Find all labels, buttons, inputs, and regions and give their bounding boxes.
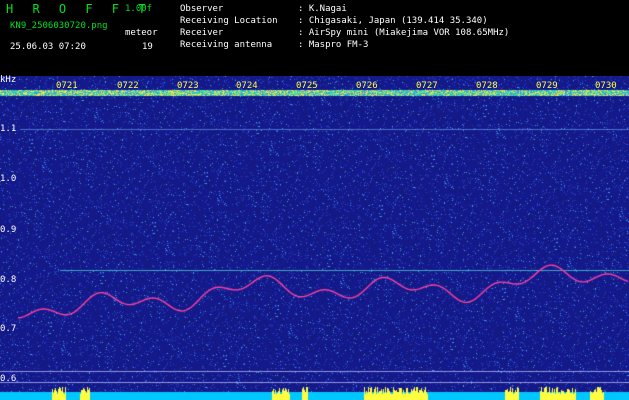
y-label-0-7: 0.7 [0,324,17,334]
time-label-0729: 0729 [536,81,558,91]
time-label-0727: 0727 [416,81,438,91]
meteor-count: 19 [142,42,153,52]
date-time: 25.06.03 07:20 [10,42,86,52]
time-label-0725: 0725 [296,81,318,91]
header-panel: H R O F F T 1.00f KN9_2506030720.png 25.… [0,0,629,76]
observer-value: : K.Nagai [298,4,347,14]
time-label-0728: 0728 [476,81,498,91]
y-label-1-0: 1.0 [0,174,17,184]
antenna-label: Receiving antenna [180,40,273,50]
time-label-0721: 0721 [56,81,78,91]
spectrogram-canvas[interactable] [0,76,629,400]
receiver-value: : AirSpy mini (Miakejima VOR 108.65MHz) [298,28,510,38]
unit-label: kHz [0,75,17,85]
time-label-0724: 0724 [236,81,258,91]
version-label: 1.00f [125,4,153,14]
antenna-value: : Maspro FM-3 [298,40,369,50]
receiver-label: Receiver [180,28,224,38]
observer-label: Observer [180,4,224,14]
time-label-0722: 0722 [117,81,139,91]
y-label-0-9: 0.9 [0,225,17,235]
y-label-0-8: 0.8 [0,275,17,285]
time-label-0723: 0723 [177,81,199,91]
y-label-0-6: 0.6 [0,374,17,384]
file-name: KN9_2506030720.png [10,21,108,31]
time-label-0730: 0730 [595,81,617,91]
meteor-label: meteor [125,28,158,38]
location-label: Receiving Location [180,16,278,26]
y-label-1-1: 1.1 [0,124,17,134]
time-label-0726: 0726 [356,81,378,91]
location-value: : Chigasaki, Japan (139.414 35.340) [298,16,488,26]
